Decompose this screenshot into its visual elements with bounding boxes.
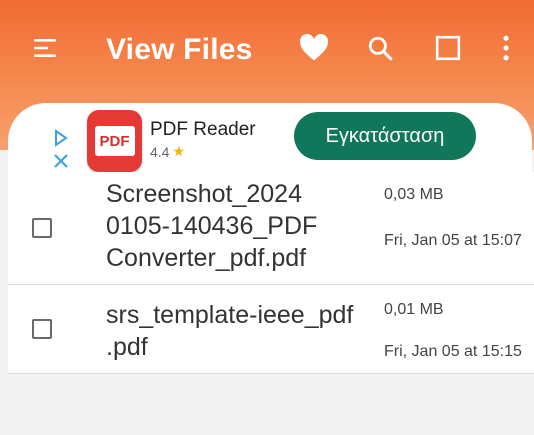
select-all-icon[interactable] [428,28,468,68]
file-name: srs_template-ieee_pdf .pdf [106,299,380,363]
app-logo-text: PDF [94,126,135,156]
ad-app-name: PDF Reader [150,119,256,140]
file-name: Screenshot_2024 0105-140436_PDF Converte… [106,178,380,274]
file-date: Fri, Jan 05 at 15:07 [384,232,522,249]
file-name-line: srs_template-ieee_pdf [106,301,354,329]
app-logo: PDF [87,110,142,172]
install-button[interactable]: Εγκατάσταση [294,112,476,160]
ad-banner[interactable]: PDF PDF Reader 4.4 ★ Εγκατάσταση [8,103,532,178]
file-size: 0,01 MB [384,301,444,318]
checkbox[interactable] [32,218,52,238]
search-icon[interactable] [360,28,400,68]
file-date: Fri, Jan 05 at 15:15 [384,343,522,360]
more-vert-icon[interactable] [486,28,526,68]
ad-rating: 4.4 ★ [150,143,185,160]
file-name-line: Converter_pdf.pdf [106,244,307,272]
star-icon: ★ [172,143,186,159]
ad-rating-value: 4.4 [150,143,170,160]
list-item[interactable]: Screenshot_2024 0105-140436_PDF Converte… [8,172,534,285]
file-name-line: Screenshot_2024 [106,180,302,208]
checkbox[interactable] [32,319,52,339]
menu-icon[interactable] [26,28,66,68]
ad-choices-icon[interactable] [52,129,72,171]
page-title: View Files [106,33,253,66]
file-list: Screenshot_2024 0105-140436_PDF Converte… [8,172,534,374]
file-name-line: 0105-140436_PDF [106,212,318,240]
file-name-line: .pdf [106,333,148,361]
heart-icon[interactable] [294,28,334,68]
file-size: 0,03 MB [384,186,444,203]
list-item[interactable]: srs_template-ieee_pdf .pdf 0,01 MB Fri, … [8,285,534,374]
